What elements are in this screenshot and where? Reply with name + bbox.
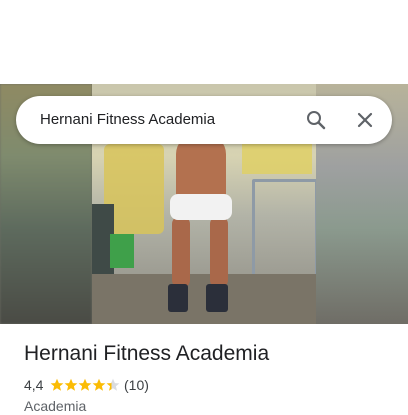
photo-person-shorts [170, 194, 232, 220]
rating-stars [50, 378, 120, 391]
star-icon [50, 378, 64, 391]
search-bar[interactable]: Hernani Fitness Academia [16, 96, 392, 144]
photo-person-shoe-right [206, 284, 228, 312]
star-icon [78, 378, 92, 391]
search-input[interactable]: Hernani Fitness Academia [40, 96, 215, 144]
photo-person-leg-left [172, 216, 190, 288]
photo-floor [92, 274, 316, 324]
place-category: Academia [24, 398, 87, 414]
place-title: Hernani Fitness Academia [24, 342, 270, 365]
photo-green-box [110, 234, 134, 268]
top-blank-area [0, 0, 408, 84]
star-icon [106, 378, 120, 391]
search-icon[interactable] [304, 108, 328, 132]
star-icon [64, 378, 78, 391]
photo-wall-art-right [242, 144, 312, 174]
close-icon[interactable] [353, 108, 377, 132]
rating-value: 4,4 [24, 377, 44, 393]
star-icon [92, 378, 106, 391]
photo-person-leg-right [210, 216, 228, 288]
photo-person-shoe-left [168, 284, 188, 312]
review-count[interactable]: (10) [124, 376, 149, 394]
